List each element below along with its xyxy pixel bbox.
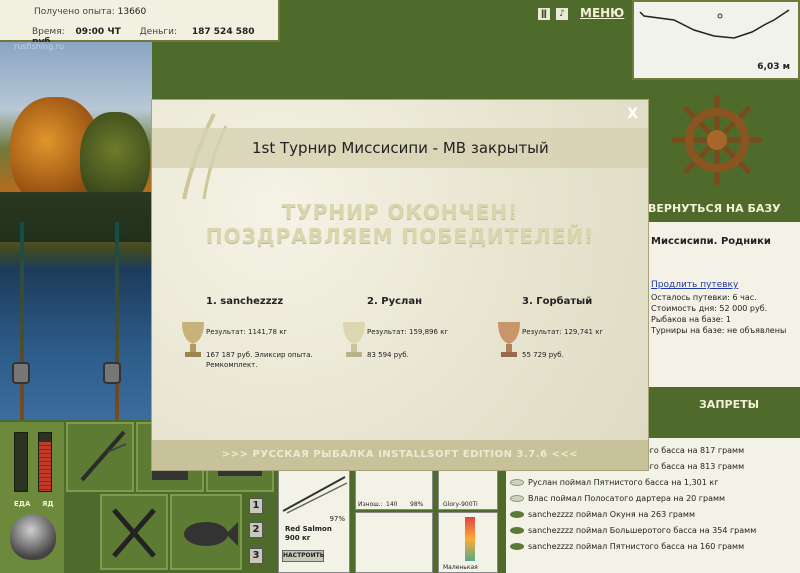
list-item: sanchezzzz поймал Большеротого басса на … <box>510 524 756 538</box>
version-footer: >>> РУССКАЯ РЫБАЛКА INSTALLSOFT EDITION … <box>152 440 648 470</box>
winner-2-result: Результат: 159,896 кг <box>367 328 449 336</box>
close-icon[interactable]: X <box>627 106 638 122</box>
status-gauges: ЕДА ЯД <box>0 422 64 573</box>
reel-slot[interactable]: Изнош.: 140 98% <box>355 470 433 510</box>
info-bar: Получено опыта: 13660 Время: 09:00 ЧТ Де… <box>0 0 280 47</box>
exp-label: Получено опыта: <box>34 7 115 17</box>
exp-value: 13660 <box>117 7 147 17</box>
winner-1-prize: 167 187 руб. Эликсир опыта. Ремкомплект. <box>206 351 313 369</box>
fish-icon <box>510 511 524 518</box>
lure-slot[interactable]: Маленькая <box>438 512 498 573</box>
banner-line-1: ТУРНИР ОКОНЧЕН! <box>281 200 519 224</box>
fishing-scene[interactable] <box>0 42 152 420</box>
bans-button[interactable]: ЗАПРЕТЫ <box>648 392 800 418</box>
tournaments-status: Турниры на базе: не объявлены <box>651 326 787 335</box>
tune-button[interactable]: НАСТРОИТЬ <box>282 550 324 562</box>
fishing-rod-1[interactable] <box>20 222 24 420</box>
food-gauge <box>14 432 28 492</box>
winner-1-result: Результат: 1141,78 кг <box>206 328 288 336</box>
dialog-title: 1st Турнир Миссисипи - MB закрытый <box>252 139 549 157</box>
return-to-base-button[interactable]: ВЕРНУТЬСЯ НА БАЗУ <box>648 196 800 222</box>
rod-slot-1-button[interactable]: 1 <box>249 498 263 514</box>
reel-2 <box>103 362 121 384</box>
fish-icon <box>510 479 524 486</box>
poison-label: ЯД <box>42 500 54 508</box>
rod-max-weight: 900 кг <box>285 534 311 542</box>
permit-remaining: Осталось путевки: 6 час. <box>651 293 757 302</box>
depth-value: 6,03 м <box>757 62 790 72</box>
reel-condition: 98% <box>410 501 424 508</box>
food-label: ЕДА <box>14 500 31 508</box>
fish-icon <box>510 543 524 550</box>
lure-name: Маленькая <box>443 564 478 571</box>
fishing-rod-2[interactable] <box>115 222 119 420</box>
ship-wheel-icon[interactable] <box>672 95 762 185</box>
reel-1 <box>12 362 30 384</box>
base-info-panel: Миссисипи. Родники Продлить путевку Оста… <box>648 222 800 387</box>
top-toolbar: ǁ ♪ <box>280 0 630 28</box>
lure-icon <box>465 517 475 561</box>
day-cost: Стоимость дня: 52 000 руб. <box>651 304 768 313</box>
rods-tool[interactable] <box>66 422 134 492</box>
winner-1-name: 1. sanchezzzz <box>206 296 284 307</box>
time-label: Время: <box>32 27 65 37</box>
rod-slot-2-button[interactable]: 2 <box>249 522 263 538</box>
rod-icon <box>282 476 348 514</box>
list-item: Влас поймал Полосатого дартера на 20 гра… <box>510 492 725 506</box>
base-title: Миссисипи. Родники <box>651 236 771 247</box>
line-name: Glory-900Ti <box>443 501 478 508</box>
winner-3-name: 3. Горбатый <box>522 296 593 307</box>
poison-gauge <box>38 432 52 492</box>
fish-icon <box>510 527 524 534</box>
winner-3-prize: 55 729 руб. <box>522 351 564 359</box>
winner-3-result: Результат: 129,741 кг <box>522 328 604 336</box>
cooking-tool[interactable] <box>100 494 168 570</box>
line-slot[interactable]: Glory-900Ti <box>438 470 498 510</box>
fish-icon <box>184 522 238 546</box>
winner-2-prize: 83 594 руб. <box>367 351 409 359</box>
cooking-pot-icon[interactable] <box>10 514 56 560</box>
silver-cup-icon <box>343 322 365 357</box>
empty-slot[interactable] <box>355 512 433 573</box>
extend-permit-link[interactable]: Продлить путевку <box>651 280 738 290</box>
banner-line-2: ПОЗДРАВЛЯЕМ ПОБЕДИТЕЛЕЙ! <box>205 224 595 248</box>
list-item: sanchezzzz поймал Пятнистого басса на 16… <box>510 540 744 554</box>
time-value: 09:00 ЧТ <box>75 27 121 37</box>
rod-slot[interactable]: 97% Red Salmon 900 кг НАСТРОИТЬ <box>278 470 350 573</box>
rod-name: Red Salmon <box>285 525 332 533</box>
list-item: sanchezzzz поймал Окуня на 263 грамм <box>510 508 695 522</box>
reel-wear-label: Изнош.: <box>358 501 383 508</box>
pause-icon[interactable]: ǁ <box>538 8 550 20</box>
fishers-count: Рыбаков на базе: 1 <box>651 315 731 324</box>
list-item: Руслан поймал Пятнистого басса на 1,301 … <box>510 476 718 490</box>
tournament-results-dialog: 1st Турнир Миссисипи - MB закрытый X ТУР… <box>151 99 649 471</box>
rod-icon <box>80 430 127 482</box>
rod-slot-3-button[interactable]: 3 <box>249 548 263 564</box>
fish-icon <box>510 495 524 502</box>
reel-wear-value: 140 <box>386 501 398 508</box>
depth-map[interactable]: 6,03 м <box>632 0 800 80</box>
fish-tool[interactable] <box>170 494 242 570</box>
menu-button[interactable]: МЕНЮ <box>580 6 624 20</box>
watermark: rusfishing.ru <box>14 42 65 51</box>
knife-fork-icon <box>112 508 156 558</box>
bronze-cup-icon <box>498 322 520 357</box>
sound-icon[interactable]: ♪ <box>556 8 568 20</box>
rod-condition: 97% <box>329 515 345 523</box>
winner-2-name: 2. Руслан <box>367 296 422 307</box>
gold-cup-icon <box>182 322 204 357</box>
money-label: Деньги: <box>139 27 177 37</box>
